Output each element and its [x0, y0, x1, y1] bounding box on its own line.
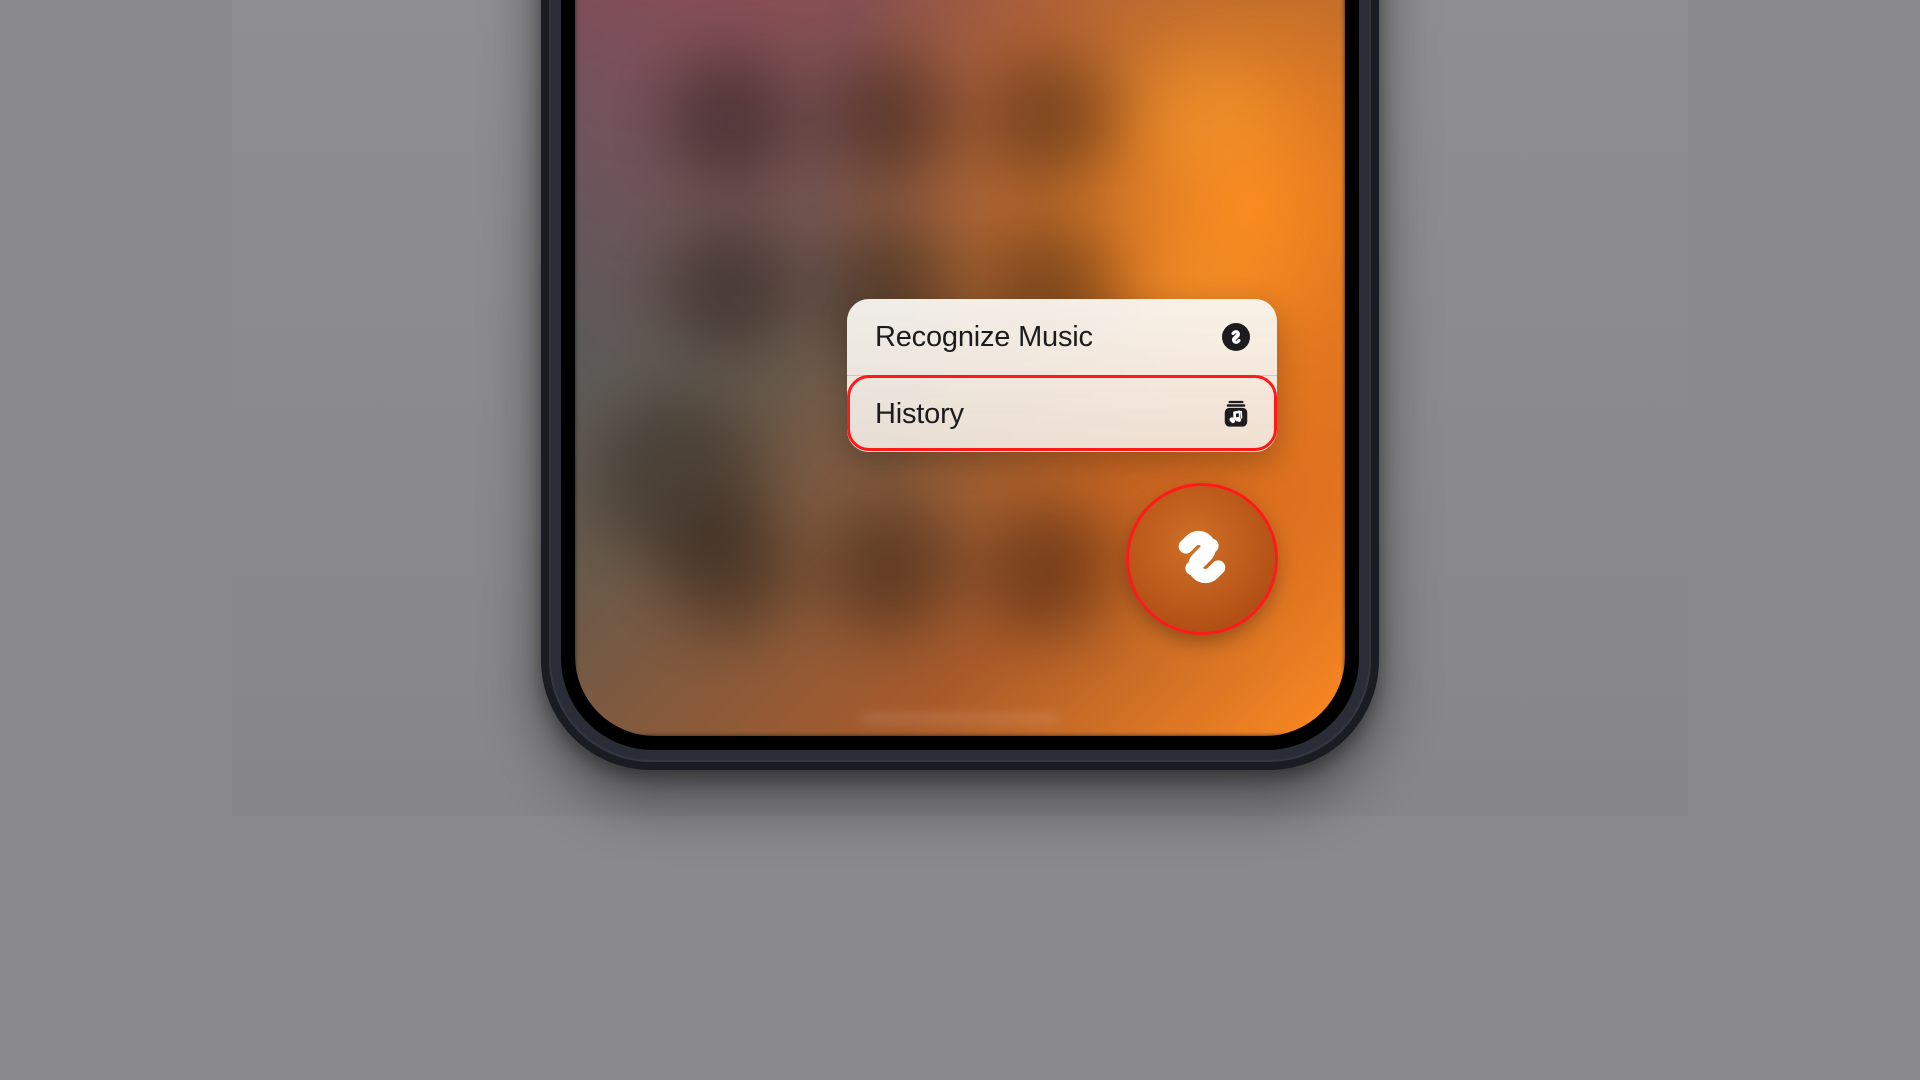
music-library-icon [1221, 399, 1251, 429]
menu-item-history[interactable]: History [847, 376, 1277, 452]
menu-item-label: Recognize Music [875, 321, 1093, 354]
home-indicator [860, 715, 1060, 722]
shazam-icon [1221, 322, 1251, 352]
phone-mockup: Recognize Music History [541, 0, 1379, 770]
shazam-icon [1158, 513, 1246, 606]
menu-item-recognize-music[interactable]: Recognize Music [847, 299, 1277, 375]
viewport: Recognize Music History [232, 0, 1688, 816]
menu-item-label: History [875, 398, 964, 431]
shazam-control-button[interactable] [1129, 486, 1275, 632]
phone-screen: Recognize Music History [575, 0, 1345, 736]
context-menu: Recognize Music History [847, 299, 1277, 452]
